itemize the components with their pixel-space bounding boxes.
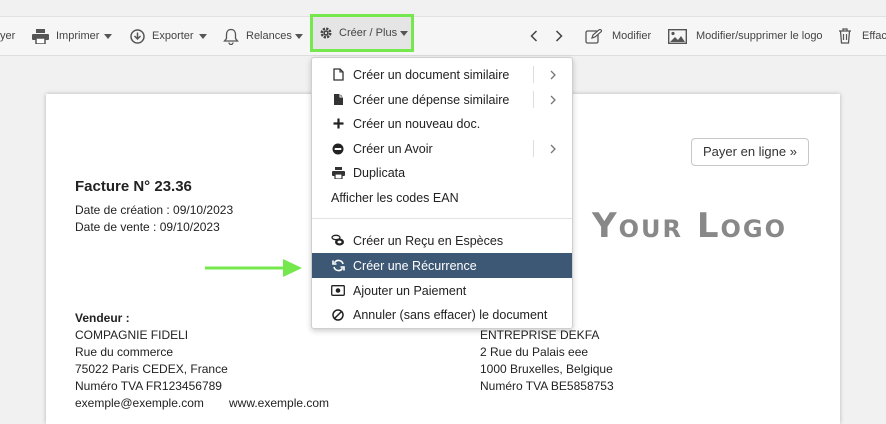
menu-item-create-cash-receipt[interactable]: Créer un Reçu en Espèces [312, 228, 572, 253]
menu-item-label: Créer un nouveau doc. [353, 116, 481, 131]
previous-button[interactable] [530, 17, 538, 55]
buyer-line: 2 Rue du Palais eee [480, 345, 589, 359]
next-button[interactable] [555, 17, 563, 55]
creer-plus-button[interactable]: Créer / Plus [310, 14, 414, 52]
buyer-line: ENTREPRISE DEKFA [480, 328, 600, 342]
menu-item-label: Créer un Reçu en Espèces [353, 233, 504, 248]
menu-item-label: Annuler (sans effacer) le document [353, 307, 548, 322]
seller-email[interactable]: exemple@exemple.com [75, 395, 204, 412]
ban-icon [331, 308, 345, 322]
payer-button[interactable]: yer [0, 17, 15, 55]
chevron-down-icon [294, 33, 303, 39]
modifier-button[interactable]: Modifier [585, 17, 651, 55]
sync-icon [331, 259, 345, 273]
menu-item-label: Créer un document similaire [353, 67, 510, 82]
chevron-down-icon [198, 33, 207, 39]
invoice-title: Facture N° 23.36 [75, 178, 192, 195]
document-icon [331, 68, 345, 82]
edit-icon [585, 28, 602, 44]
menu-divider [312, 218, 572, 219]
logo-button[interactable]: Modifier/supprimer le logo [668, 17, 823, 55]
seller-line: Rue du commerce [75, 345, 174, 359]
creation-date: Date de création : 09/10/2023 [75, 203, 234, 217]
menu-item-create-similar-expense[interactable]: Créer une dépense similaire [312, 87, 572, 112]
effacer-label: Effac [862, 30, 886, 42]
modifier-label: Modifier [612, 30, 652, 42]
print-icon [32, 28, 49, 44]
plus-icon [331, 117, 345, 131]
pay-online-button[interactable]: Payer en ligne » [691, 138, 809, 166]
seller-website[interactable]: www.exemple.com [229, 395, 329, 412]
sale-date: Date de vente : 09/10/2023 [75, 220, 220, 234]
minus-circle-icon [331, 142, 345, 156]
menu-item-cancel-document[interactable]: Annuler (sans effacer) le document [312, 302, 572, 327]
menu-item-label: Créer une Récurrence [353, 258, 477, 273]
print-icon [331, 166, 345, 180]
relances-label: Relances [246, 30, 292, 42]
annotation-arrow-icon [205, 259, 302, 277]
imprimer-label: Imprimer [56, 30, 100, 42]
creer-plus-dropdown: Créer un document similaire Créer une dé… [311, 57, 573, 329]
relances-button[interactable]: Relances [223, 17, 303, 55]
download-icon [130, 28, 145, 44]
bell-icon [223, 28, 239, 45]
seller-line: Numéro TVA FR123456789 [75, 379, 222, 393]
menu-item-create-recurrence[interactable]: Créer une Récurrence [312, 253, 572, 278]
menu-item-label: Duplicata [353, 165, 406, 180]
chevron-right-icon [533, 66, 572, 83]
menu-item-duplicata[interactable]: Duplicata [312, 160, 572, 185]
chevron-left-icon [530, 30, 538, 42]
menu-item-label: Afficher les codes EAN [331, 190, 459, 205]
seller-label: Vendeur : [75, 311, 130, 325]
seller-line: 75022 Paris CEDEX, France [75, 362, 228, 376]
menu-item-create-new-doc[interactable]: Créer un nouveau doc. [312, 111, 572, 136]
toolbar: yer Imprimer Exporter Relances Créer / P… [0, 14, 886, 56]
gear-icon [320, 27, 332, 39]
effacer-button[interactable]: Effac [838, 17, 886, 55]
document-filled-icon [331, 93, 345, 107]
buyer-line: 1000 Bruxelles, Belgique [480, 362, 613, 376]
payer-label: yer [0, 30, 16, 42]
menu-item-show-ean-codes[interactable]: Afficher les codes EAN [312, 185, 572, 210]
chevron-down-icon [400, 30, 409, 36]
menu-item-label: Créer une dépense similaire [353, 92, 510, 107]
chevron-right-icon [533, 140, 572, 157]
menu-item-add-payment[interactable]: Ajouter un Paiement [312, 278, 572, 303]
menu-item-create-similar-document[interactable]: Créer un document similaire [312, 62, 572, 87]
chevron-down-icon [104, 33, 113, 39]
creer-plus-label: Créer / Plus [339, 27, 398, 39]
trash-icon [839, 28, 851, 44]
chevron-right-icon [533, 91, 572, 108]
company-logo[interactable]: Your Logo [592, 206, 787, 246]
menu-item-label: Ajouter un Paiement [353, 283, 467, 298]
logo-label: Modifier/supprimer le logo [696, 30, 823, 42]
exporter-button[interactable]: Exporter [130, 17, 207, 55]
menu-item-label: Créer un Avoir [353, 141, 433, 156]
exporter-label: Exporter [152, 30, 194, 42]
menu-item-create-credit-note[interactable]: Créer un Avoir [312, 136, 572, 161]
chevron-right-icon [555, 30, 563, 42]
image-icon [668, 28, 687, 44]
buyer-line: Numéro TVA BE5858753 [480, 379, 614, 393]
coins-icon [331, 234, 345, 248]
seller-line: COMPAGNIE FIDELI [75, 328, 189, 342]
imprimer-button[interactable]: Imprimer [32, 17, 113, 55]
cash-icon [331, 284, 345, 298]
